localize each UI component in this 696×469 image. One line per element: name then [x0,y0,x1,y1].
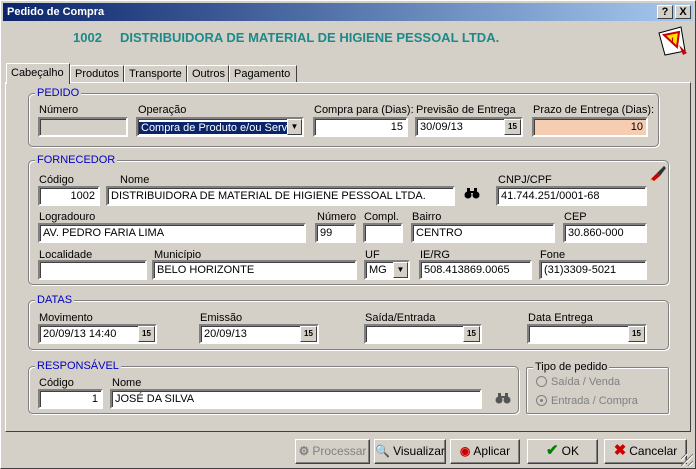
processar-button[interactable]: ⚙ Processar [295,439,370,464]
movimento-label: Movimento [39,312,93,324]
uf-dropdown-icon[interactable]: ▼ [393,262,408,278]
pedido-group-title: PEDIDO [35,87,82,99]
calendar-icon[interactable]: 15 [504,119,521,135]
data-entrega-label: Data Entrega [528,312,593,324]
fornecedor-nome-label: Nome [120,174,150,186]
fornecedor-codigo-field[interactable]: 1002 [38,186,100,206]
responsavel-codigo-label: Código [39,377,74,389]
radio-saida-venda[interactable]: Saída / Venda [536,376,620,388]
operacao-value: Compra de Produto e/ou Servi [139,122,292,134]
header-order-number: 1002 [73,30,102,45]
datas-group-title: DATAS [35,294,75,306]
tipo-pedido-title: Tipo de pedido [533,361,610,373]
cep-field[interactable]: 30.860-000 [563,223,647,243]
fornecedor-nome-field[interactable]: DISTRIBUIDORA DE MATERIAL DE HIGIENE PES… [106,186,455,206]
visualizar-button[interactable]: 🔍 Visualizar [374,439,446,464]
calendar-icon[interactable]: 15 [300,326,317,342]
fornecedor-group-title: FORNECEDOR [35,154,118,166]
cancel-icon: ✖ [613,442,627,459]
calendar-icon[interactable]: 15 [138,326,155,342]
warning-icon: ! [658,26,687,56]
endereco-numero-label: Número [317,211,357,223]
radio-entrada-label: Entrada / Compra [551,395,638,407]
tab-label: Transporte [129,68,182,80]
cancelar-button[interactable]: ✖ Cancelar [604,439,687,464]
saida-entrada-label: Saída/Entrada [365,312,436,324]
radio-entrada-compra[interactable]: Entrada / Compra [536,395,638,407]
operacao-label: Operação [138,104,187,116]
logradouro-field[interactable]: AV. PEDRO FARIA LIMA [38,223,306,243]
tab-label: Produtos [75,68,120,80]
localidade-field[interactable] [38,260,147,280]
processar-label: Processar [312,444,367,458]
radio-icon [536,376,547,387]
compl-label: Compl. [364,211,399,223]
responsavel-nome-label: Nome [112,377,142,389]
fone-field[interactable]: (31)3309-5021 [539,260,647,280]
tab-pagamento[interactable]: Pagamento [229,65,297,83]
aplicar-label: Aplicar [473,444,511,458]
window-title: Pedido de Compra [7,6,105,18]
calendar-icon[interactable]: 15 [628,326,645,342]
ok-button[interactable]: ✔ OK [527,439,598,464]
tab-label: Outros [192,68,226,80]
close-button[interactable]: X [675,5,691,19]
pedido-numero-field[interactable] [38,117,128,137]
compra-dias-field[interactable]: 15 [313,117,408,137]
tab-outros[interactable]: Outros [187,65,229,83]
cnpj-field[interactable]: 41.744.251/0001-68 [496,186,647,206]
ie-field[interactable]: 508.413869.0065 [419,260,532,280]
search-fornecedor-icon[interactable] [464,187,480,202]
prazo-label: Prazo de Entrega (Dias): [533,104,655,116]
tab-transporte[interactable]: Transporte [124,65,187,83]
pedido-numero-label: Número [39,104,79,116]
bairro-field[interactable]: CENTRO [411,223,555,243]
compra-dias-label: Compra para (Dias): [314,104,414,116]
logradouro-label: Logradouro [39,211,96,223]
emissao-label: Emissão [200,312,243,324]
prazo-field[interactable]: 10 [532,117,648,137]
tab-label: Cabeçalho [11,67,64,79]
endereco-numero-field[interactable]: 99 [315,223,356,243]
previsao-label: Previsão de Entrega [416,104,516,116]
header-supplier-name: DISTRIBUIDORA DE MATERIAL DE HIGIENE PES… [120,30,500,45]
check-icon: ✔ [546,442,559,459]
operacao-select[interactable]: Compra de Produto e/ou Servi [136,117,304,137]
title-bar: Pedido de Compra [3,3,693,21]
svg-text:!: ! [671,36,674,46]
cancelar-label: Cancelar [629,444,678,458]
radio-saida-label: Saída / Venda [551,376,621,388]
radio-selected-icon [536,395,547,406]
calendar-icon[interactable]: 15 [463,326,480,342]
tab-produtos[interactable]: Produtos [70,65,124,83]
aplicar-button[interactable]: ◉ Aplicar [450,439,520,464]
search-responsavel-icon[interactable] [495,392,511,407]
help-button[interactable]: ? [657,5,673,19]
cep-label: CEP [564,211,587,223]
municipio-field[interactable]: BELO HORIZONTE [152,260,357,280]
ok-label: OK [561,444,579,458]
resize-grip[interactable] [681,454,693,466]
compl-field[interactable] [363,223,403,243]
responsavel-nome-field[interactable]: JOSÉ DA SILVA [110,389,482,409]
responsavel-codigo-field[interactable]: 1 [38,389,103,409]
pedido-window: Pedido de Compra ? X 1002 DISTRIBUIDORA … [0,0,696,469]
visualizar-label: Visualizar [393,444,445,458]
apply-icon: ◉ [459,444,471,458]
tab-cabecalho[interactable]: Cabeçalho [6,63,70,84]
operacao-dropdown-icon[interactable]: ▼ [287,119,302,135]
tab-label: Pagamento [234,68,291,80]
fornecedor-codigo-label: Código [39,174,74,186]
process-icon: ⚙ [298,444,310,458]
preview-icon: 🔍 [375,444,391,458]
order-header: 1002 DISTRIBUIDORA DE MATERIAL DE HIGIEN… [3,21,695,61]
cnpj-label: CNPJ/CPF [498,174,552,186]
responsavel-group-title: RESPONSÁVEL [35,360,121,372]
edit-brush-icon[interactable] [649,165,667,181]
bairro-label: Bairro [412,211,442,223]
